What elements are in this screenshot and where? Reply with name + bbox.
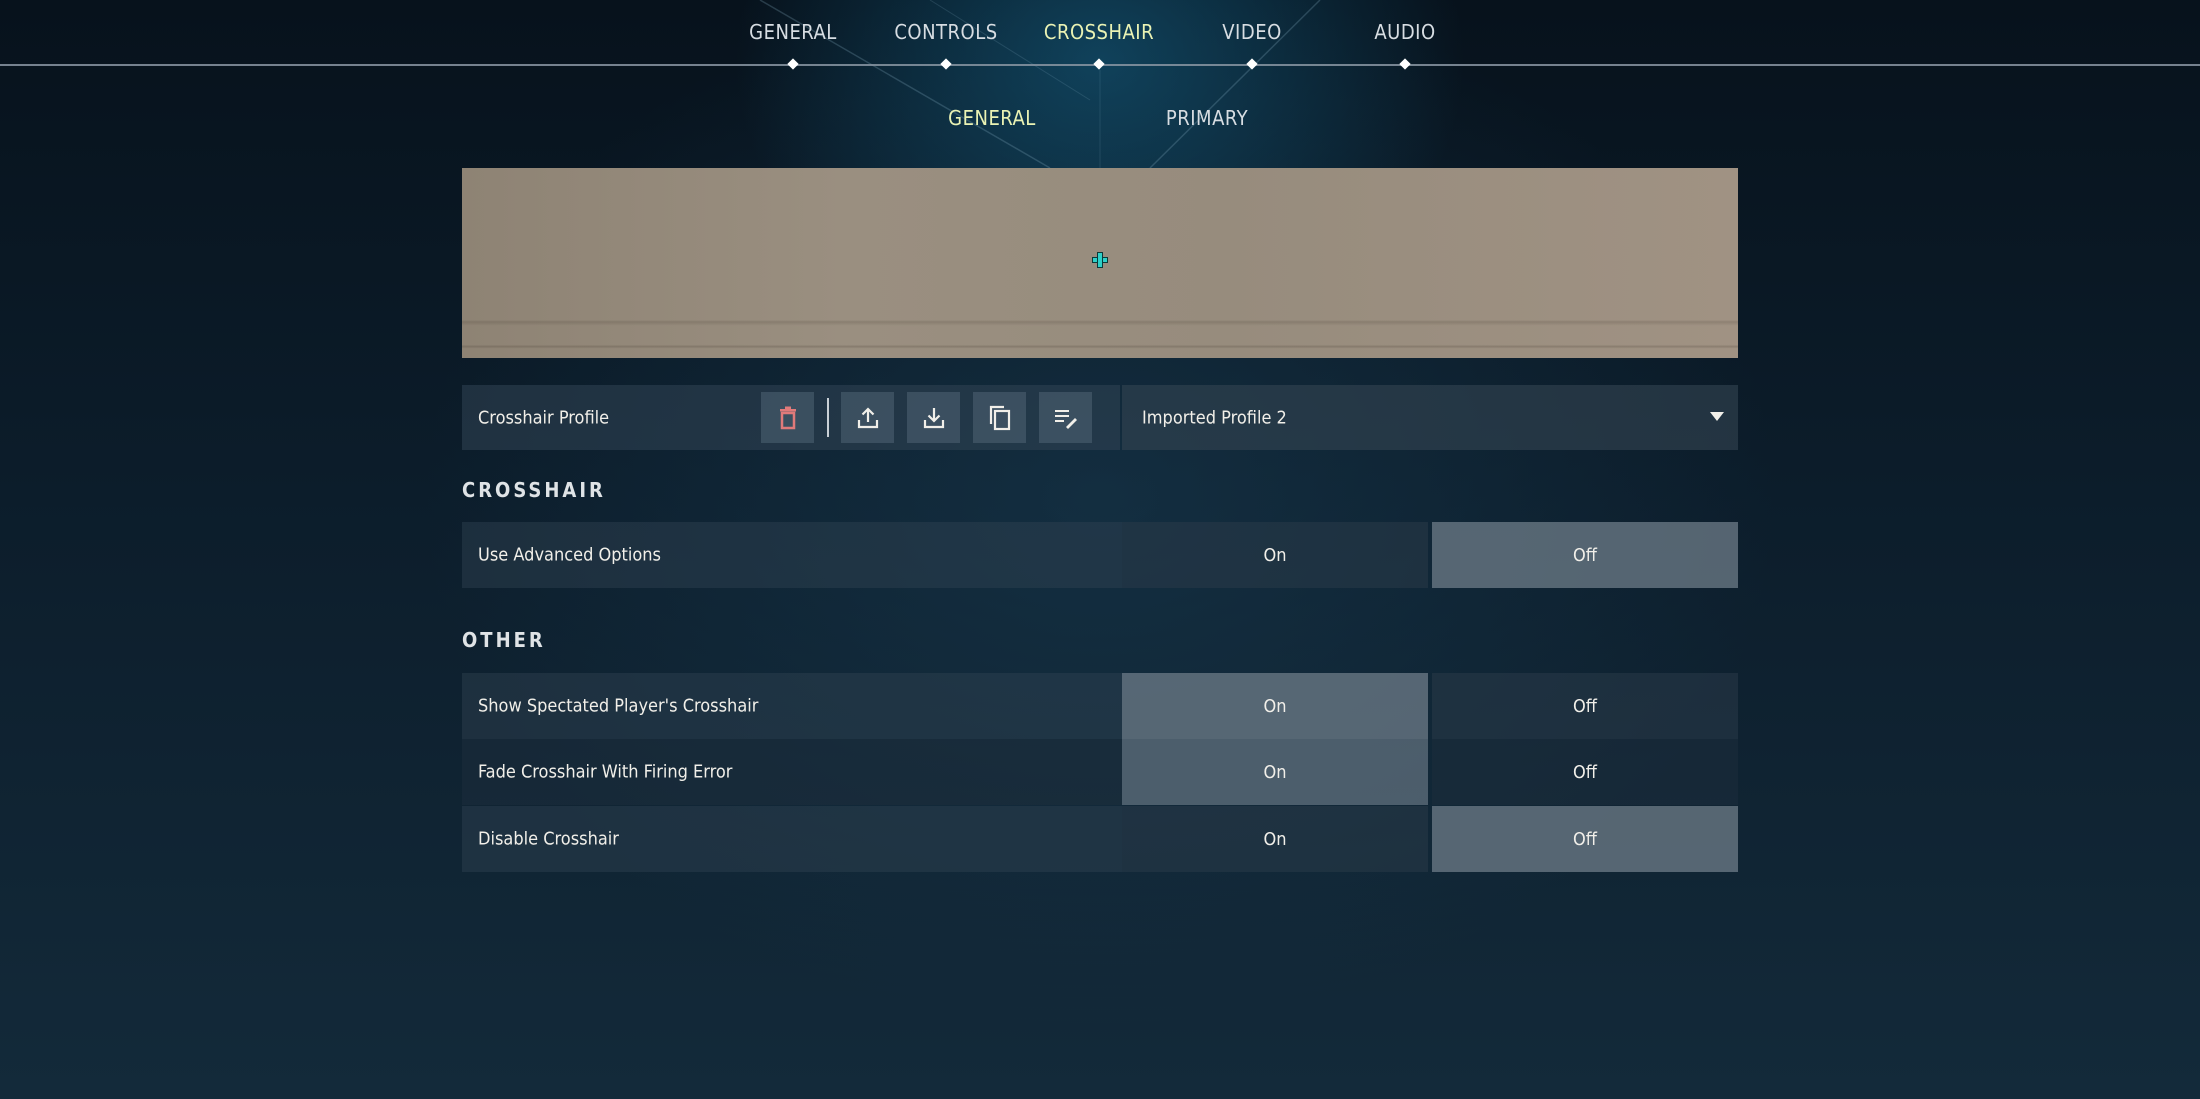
tab-crosshair[interactable]: CROSSHAIR: [1044, 20, 1154, 44]
tab-marker: [1399, 58, 1411, 70]
setting-label-cell: Fade Crosshair With Firing Error: [462, 739, 1122, 805]
upload-icon: [857, 406, 878, 428]
section-title-crosshair: CROSSHAIR: [462, 478, 606, 502]
setting-row-fade-crosshair: Fade Crosshair With Firing Error On Off: [462, 739, 1738, 805]
crosshair-profile-row: Crosshair Profile Imported Profile 2: [462, 385, 1738, 450]
option-off[interactable]: Off: [1432, 673, 1738, 739]
rename-icon: [1054, 409, 1077, 429]
tab-audio[interactable]: AUDIO: [1374, 20, 1435, 44]
subtab-primary[interactable]: PRIMARY: [1166, 106, 1248, 130]
option-on[interactable]: On: [1122, 673, 1428, 739]
setting-label: Show Spectated Player's Crosshair: [478, 695, 759, 717]
duplicate-profile-button[interactable]: [973, 392, 1026, 443]
setting-label-cell: Disable Crosshair: [462, 806, 1122, 872]
delete-profile-button[interactable]: [761, 392, 814, 443]
option-off[interactable]: Off: [1432, 806, 1738, 872]
option-on[interactable]: On: [1122, 806, 1428, 872]
setting-row-disable-crosshair: Disable Crosshair On Off: [462, 806, 1738, 872]
setting-label: Disable Crosshair: [478, 828, 619, 850]
profile-dropdown-value: Imported Profile 2: [1142, 407, 1287, 428]
subtab-general[interactable]: GENERAL: [948, 106, 1036, 130]
chevron-down-icon: [1710, 412, 1724, 421]
section-title-other: OTHER: [462, 628, 546, 652]
rename-profile-button[interactable]: [1039, 392, 1092, 443]
tab-marker: [787, 58, 799, 70]
export-profile-button[interactable]: [841, 392, 894, 443]
top-nav: GENERAL CONTROLS CROSSHAIR VIDEO AUDIO: [0, 0, 2200, 70]
setting-label-cell: Use Advanced Options: [462, 522, 1122, 588]
option-on[interactable]: On: [1122, 739, 1428, 805]
option-on[interactable]: On: [1122, 522, 1428, 588]
tab-general[interactable]: GENERAL: [749, 20, 837, 44]
toolbar-separator: [827, 398, 829, 437]
import-profile-button[interactable]: [907, 392, 960, 443]
tab-controls[interactable]: CONTROLS: [894, 20, 997, 44]
setting-row-use-advanced-options: Use Advanced Options On Off: [462, 522, 1738, 588]
tab-marker: [1246, 58, 1258, 70]
crosshair-icon: [1093, 253, 1107, 267]
profile-label-cell: Crosshair Profile: [462, 385, 1120, 450]
profile-label: Crosshair Profile: [478, 407, 610, 428]
tab-marker: [940, 58, 952, 70]
option-off[interactable]: Off: [1432, 522, 1738, 588]
tab-video[interactable]: VIDEO: [1222, 20, 1282, 44]
profile-dropdown[interactable]: Imported Profile 2: [1122, 385, 1738, 450]
setting-row-show-spectated-crosshair: Show Spectated Player's Crosshair On Off: [462, 673, 1738, 739]
setting-label-cell: Show Spectated Player's Crosshair: [462, 673, 1122, 739]
tab-marker: [1093, 58, 1105, 70]
setting-label: Fade Crosshair With Firing Error: [478, 761, 733, 783]
copy-icon: [989, 405, 1010, 430]
trash-icon: [779, 406, 796, 429]
download-icon: [923, 407, 944, 428]
setting-label: Use Advanced Options: [478, 544, 661, 566]
option-off[interactable]: Off: [1432, 739, 1738, 805]
